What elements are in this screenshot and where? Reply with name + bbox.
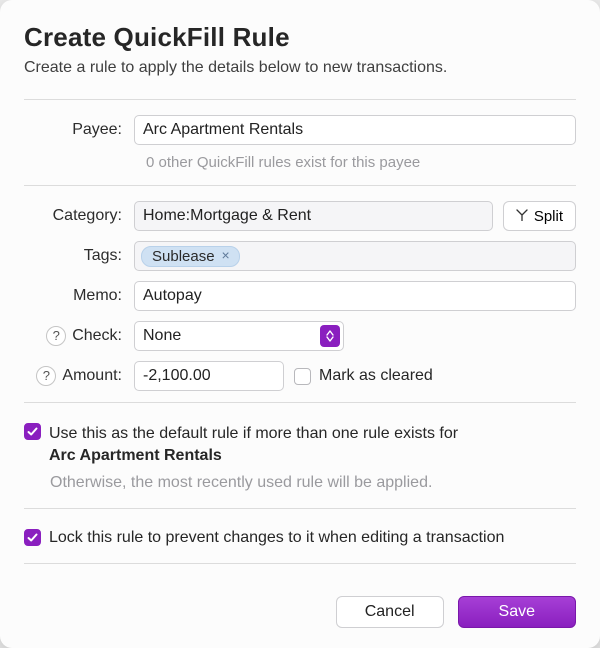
check-dropdown[interactable]: None [134,321,344,351]
help-icon[interactable]: ? [46,326,66,346]
lock-rule-label: Lock this rule to prevent changes to it … [49,529,504,547]
quickfill-dialog: Create QuickFill Rule Create a rule to a… [0,0,600,648]
divider [24,563,576,564]
divider [24,99,576,100]
label-memo: Memo: [24,287,134,305]
label-payee: Payee: [24,121,134,139]
divider [24,402,576,403]
tag-label: Sublease [152,248,215,265]
checkbox-icon [294,368,311,385]
default-rule-payee: Arc Apartment Rentals [49,447,222,464]
label-category: Category: [24,207,134,225]
row-category: Category: Home:Mortgage & Rent Split [24,201,576,231]
divider [24,185,576,186]
category-input[interactable]: Home:Mortgage & Rent [134,201,493,231]
checkbox-icon [24,423,41,440]
help-icon[interactable]: ? [36,366,56,386]
payee-hint: 0 other QuickFill rules exist for this p… [146,154,576,171]
category-value: Home:Mortgage & Rent [143,207,311,225]
row-memo: Memo: [24,281,576,311]
memo-input[interactable] [134,281,576,311]
tags-input[interactable]: Sublease × [134,241,576,271]
default-rule-prefix: Use this as the default rule if more tha… [49,425,458,442]
lock-rule-checkbox[interactable]: Lock this rule to prevent changes to it … [24,529,504,547]
tag-remove-icon[interactable]: × [219,249,233,263]
dialog-footer: Cancel Save [24,582,576,628]
row-tags: Tags: Sublease × [24,241,576,271]
default-rule-hint: Otherwise, the most recently used rule w… [50,474,576,492]
dialog-subtitle: Create a rule to apply the details below… [24,59,576,77]
split-icon [516,208,528,225]
split-button[interactable]: Split [503,201,576,231]
row-payee: Payee: [24,115,576,145]
label-tags: Tags: [24,247,134,265]
check-value: None [143,327,181,345]
checkbox-icon [24,529,41,546]
divider [24,508,576,509]
row-amount: ? Amount: Mark as cleared [24,361,576,391]
mark-cleared-label: Mark as cleared [319,367,433,385]
row-check: ? Check: None [24,321,576,351]
default-rule-section: Use this as the default rule if more tha… [24,423,576,492]
split-label: Split [534,208,563,225]
save-button[interactable]: Save [458,596,576,628]
default-rule-checkbox[interactable]: Use this as the default rule if more tha… [24,423,458,468]
payee-input[interactable] [134,115,576,145]
cancel-button[interactable]: Cancel [336,596,444,628]
mark-cleared-checkbox[interactable]: Mark as cleared [294,367,433,385]
tag-chip[interactable]: Sublease × [141,246,240,267]
label-amount: Amount: [62,367,122,385]
amount-input[interactable] [134,361,284,391]
stepper-icon [320,325,340,347]
dialog-title: Create QuickFill Rule [24,22,576,53]
lock-rule-section: Lock this rule to prevent changes to it … [24,529,576,548]
label-check: Check: [72,327,122,345]
